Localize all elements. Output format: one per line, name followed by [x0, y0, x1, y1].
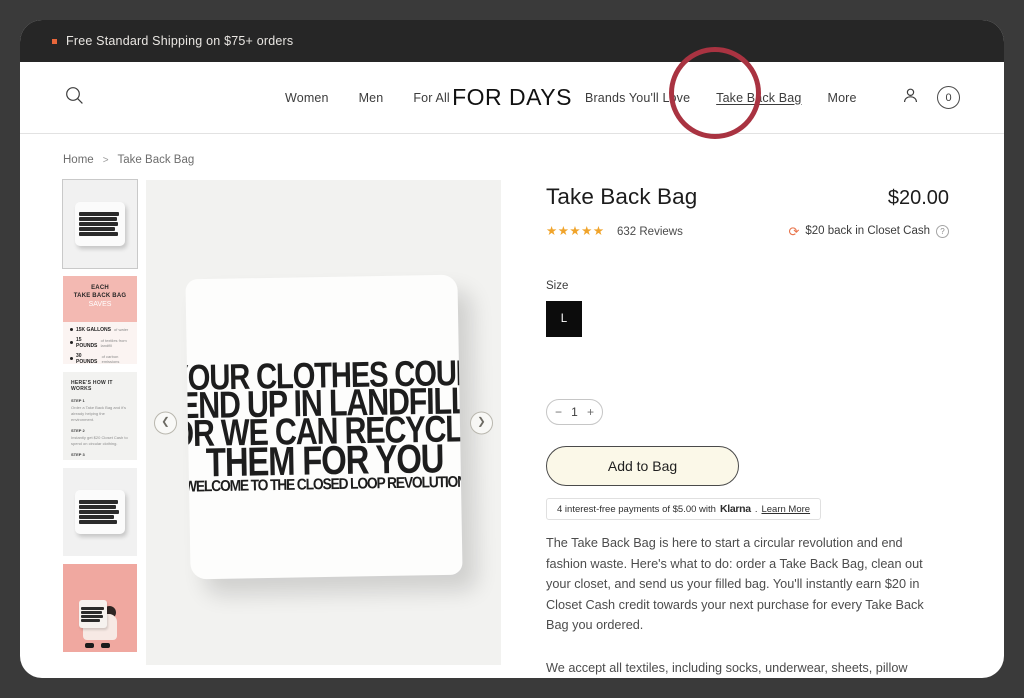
page-body: Home > Take Back Bag EACH TAKE BACK BAG [20, 134, 1004, 678]
size-option-l[interactable]: L [546, 301, 582, 337]
thumbnail-3[interactable]: HERE'S HOW IT WORKS STEP 1 Order a Take B… [63, 372, 137, 460]
breadcrumb-item-current: Take Back Bag [117, 154, 195, 166]
product-price: $20.00 [887, 187, 949, 209]
quantity-value: 1 [571, 405, 578, 419]
chevron-left-icon[interactable]: ❮ [154, 411, 177, 434]
nav-link-brands-youll-love[interactable]: Brands You'll Love [585, 91, 690, 105]
thumb2-stat-2-unit: of textiles from landfill [100, 337, 127, 348]
breadcrumb-item-home[interactable]: Home [63, 154, 94, 166]
cart-button[interactable]: 0 [937, 86, 960, 109]
thumb2-stat-1-unit: of water [114, 327, 129, 333]
how-it-works-graphic: HERE'S HOW IT WORKS STEP 1 Order a Take B… [63, 372, 137, 460]
nav-link-for-all[interactable]: For All [413, 91, 449, 105]
announcement-dot-icon [52, 38, 57, 44]
thumb3-step-3-label: STEP 3 [71, 452, 85, 457]
site-header: Women Men For All FOR DAYS Brands You'll… [20, 62, 1004, 134]
header-actions: 0 [902, 86, 960, 109]
thumb3-step-3-text: Clean out your closet and send us your o… [71, 459, 126, 460]
nav-link-take-back-bag[interactable]: Take Back Bag [716, 91, 801, 105]
search-icon[interactable] [65, 86, 84, 110]
thumb2-stat-3-unit: of carbon emissions [101, 353, 120, 364]
breadcrumb: Home > Take Back Bag [20, 134, 1004, 166]
breadcrumb-separator-icon: > [102, 154, 109, 166]
size-options: L [546, 301, 949, 337]
announcement-text: Free Standard Shipping on $75+ orders [66, 34, 294, 48]
thumb3-step-1-label: STEP 1 [71, 398, 85, 403]
thumbnail-5[interactable] [63, 564, 137, 652]
pillow-text-line-5: WELCOME TO THE CLOSED LOOP REVOLUTION [184, 472, 463, 496]
thumb2-stat-1-value: 15K GALLONS [76, 326, 112, 333]
thumbnail-1[interactable] [62, 179, 138, 269]
recycle-icon: ⟳ [788, 223, 800, 239]
infographic-graphic: EACH TAKE BACK BAG SAVES 15K GALLONS of w… [63, 276, 137, 364]
thumb3-step-2-label: STEP 2 [71, 428, 85, 433]
page-title: Take Back Bag [546, 184, 698, 209]
help-icon[interactable]: ? [936, 224, 949, 238]
klarna-punct: . [754, 503, 758, 515]
main-product-image[interactable]: YOUR CLOTHES COULD END UP IN LANDFILL OR… [146, 180, 501, 665]
product-title-row: Take Back Bag $20.00 [546, 184, 949, 210]
quantity-decrease-button[interactable]: − [555, 406, 562, 418]
thumb2-stat-3-value: 30 POUNDS [76, 352, 98, 364]
thumb3-step-2-text: Instantly get $20 Closet Cash to spend o… [71, 435, 128, 446]
nav-link-more[interactable]: More [828, 91, 857, 105]
announcement-bar: Free Standard Shipping on $75+ orders [20, 20, 1004, 62]
quantity-increase-button[interactable]: + [587, 406, 594, 418]
thumb2-line2: TAKE BACK BAG [73, 293, 127, 300]
klarna-text: 4 interest-free payments of $5.00 with [557, 503, 716, 515]
nav-link-women[interactable]: Women [285, 91, 329, 105]
klarna-learn-more-link[interactable]: Learn More [761, 504, 810, 515]
model-photo-graphic [63, 564, 137, 652]
pillow-graphic-alt [75, 490, 125, 534]
thumb2-line3: SAVES [88, 301, 112, 309]
rating-group[interactable]: ★★★★★ 632 Reviews [546, 222, 683, 240]
klarna-badge[interactable]: 4 interest-free payments of $5.00 with K… [546, 498, 822, 520]
thumb3-title: HERE'S HOW IT WORKS [71, 380, 113, 392]
nav-link-men[interactable]: Men [359, 91, 384, 105]
product-info-panel: Take Back Bag $20.00 ★★★★★ 632 Reviews ⟳… [546, 180, 949, 678]
thumb2-stat-2-value: 15 POUNDS [76, 336, 98, 349]
brand-logo[interactable]: FOR DAYS [452, 84, 572, 111]
pillow-graphic [75, 202, 125, 246]
pillow-product-graphic: YOUR CLOTHES COULD END UP IN LANDFILL OR… [184, 274, 463, 580]
add-to-bag-button[interactable]: Add to Bag [546, 446, 739, 486]
thumb2-line1: EACH [91, 285, 109, 291]
chevron-right-icon[interactable]: ❯ [470, 411, 493, 434]
klarna-logo: Klarna [719, 503, 751, 515]
user-icon[interactable] [902, 87, 919, 109]
size-label: Size [546, 280, 569, 292]
review-count[interactable]: 632 Reviews [617, 226, 683, 238]
browser-window: Free Standard Shipping on $75+ orders Wo… [20, 20, 1004, 678]
rating-row: ★★★★★ 632 Reviews ⟳ $20 back in Closet C… [546, 222, 949, 240]
product-area: EACH TAKE BACK BAG SAVES 15K GALLONS of w… [20, 166, 1004, 678]
product-description-paragraph-2: We accept all textiles, including socks,… [546, 660, 908, 675]
closet-cash-badge: ⟳ $20 back in Closet Cash ? [788, 223, 949, 239]
thumbnail-4[interactable] [63, 468, 137, 556]
quantity-stepper[interactable]: − 1 + [546, 399, 603, 425]
primary-nav-left: Women Men For All [285, 91, 450, 105]
thumbnail-2[interactable]: EACH TAKE BACK BAG SAVES 15K GALLONS of w… [63, 276, 137, 364]
primary-nav-right: Brands You'll Love Take Back Bag More [585, 91, 857, 105]
thumbnail-strip: EACH TAKE BACK BAG SAVES 15K GALLONS of w… [62, 179, 138, 678]
star-rating-icon: ★★★★★ [546, 224, 605, 238]
thumb3-step-1-text: Order a Take Back Bag and it's already h… [71, 405, 126, 422]
product-description-paragraph-1: The Take Back Bag is here to start a cir… [546, 536, 924, 633]
closet-cash-text: $20 back in Closet Cash [805, 225, 930, 237]
